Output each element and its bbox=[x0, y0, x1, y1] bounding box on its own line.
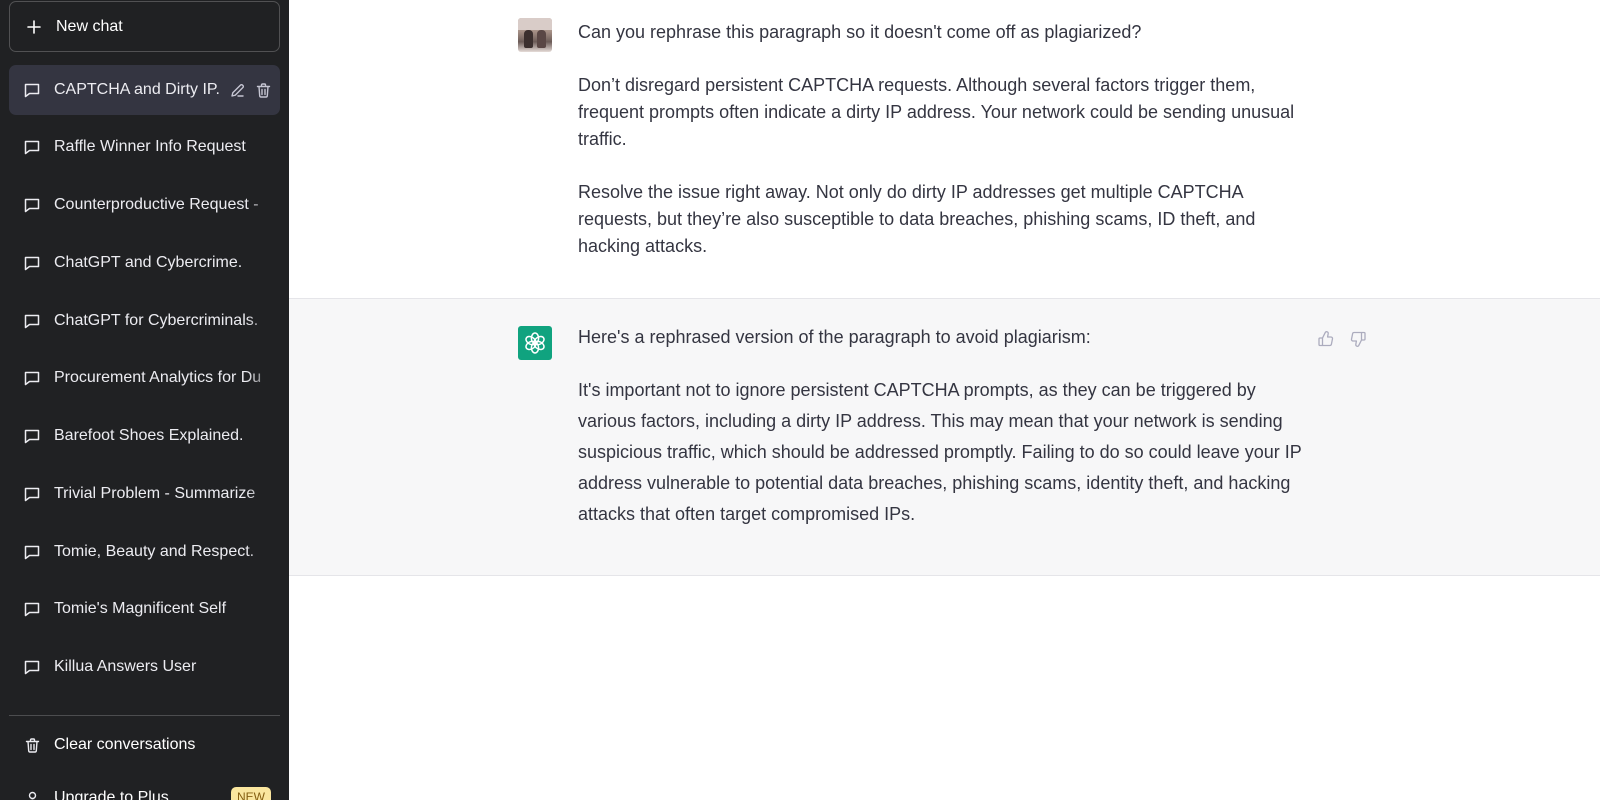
assistant-message: Here's a rephrased version of the paragr… bbox=[289, 299, 1600, 576]
chat-bubble-icon bbox=[23, 369, 41, 387]
chat-bubble-icon bbox=[23, 485, 41, 503]
edit-pencil-icon[interactable] bbox=[227, 80, 247, 100]
conversation-item[interactable]: Counterproductive Request - bbox=[9, 180, 280, 230]
conversation-label: Procurement Analytics for Du bbox=[54, 369, 262, 386]
conversation-label: ChatGPT for Cybercriminals. bbox=[54, 312, 259, 329]
trash-icon bbox=[23, 736, 41, 754]
conversation-label: ChatGPT and Cybercrime. bbox=[54, 254, 243, 271]
new-badge: NEW bbox=[231, 787, 271, 800]
user-message: Can you rephrase this paragraph so it do… bbox=[289, 0, 1600, 299]
conversation-item[interactable]: Trivial Problem - Summarize bbox=[9, 469, 280, 519]
conversation-item[interactable]: Tomie's Magnificent Self bbox=[9, 584, 280, 634]
conversation-label: Killua Answers User bbox=[54, 658, 197, 675]
plus-icon bbox=[26, 19, 42, 35]
conversation-item[interactable]: Tomie, Beauty and Respect. bbox=[9, 527, 280, 577]
conversation-item[interactable]: ChatGPT and Cybercrime. bbox=[9, 238, 280, 288]
chat-bubble-icon bbox=[23, 81, 41, 99]
clear-conversations-button[interactable]: Clear conversations bbox=[9, 722, 280, 768]
user-icon bbox=[23, 789, 41, 800]
user-message-paragraph: Resolve the issue right away. Not only d… bbox=[578, 182, 1256, 256]
assistant-message-paragraph: It's important not to ignore persistent … bbox=[578, 380, 1302, 524]
chatgpt-logo-icon bbox=[518, 326, 552, 360]
sidebar-divider bbox=[9, 715, 280, 716]
chat-bubble-icon bbox=[23, 196, 41, 214]
new-chat-label: New chat bbox=[56, 17, 123, 35]
chat-bubble-icon bbox=[23, 427, 41, 445]
user-message-paragraph: Can you rephrase this paragraph so it do… bbox=[578, 22, 1142, 42]
conversation-item-active[interactable]: CAPTCHA and Dirty IP. bbox=[9, 65, 280, 115]
conversation-item[interactable]: ChatGPT for Cybercriminals. bbox=[9, 296, 280, 346]
user-message-paragraph: Don’t disregard persistent CAPTCHA reque… bbox=[578, 75, 1295, 149]
conversation-label: Raffle Winner Info Request bbox=[54, 138, 246, 155]
user-message-text: Can you rephrase this paragraph so it do… bbox=[578, 19, 1308, 259]
chat-bubble-icon bbox=[23, 138, 41, 156]
conversation-label: Tomie's Magnificent Self bbox=[54, 600, 227, 617]
conversation-item[interactable]: Raffle Winner Info Request bbox=[9, 122, 280, 172]
chat-thread: Can you rephrase this paragraph so it do… bbox=[289, 0, 1600, 800]
chat-bubble-icon bbox=[23, 658, 41, 676]
thumbs-up-icon[interactable] bbox=[1316, 329, 1336, 349]
chat-bubble-icon bbox=[23, 312, 41, 330]
chat-bubble-icon bbox=[23, 600, 41, 618]
chat-bubble-icon bbox=[23, 254, 41, 272]
feedback-buttons bbox=[1316, 329, 1368, 349]
assistant-message-paragraph: Here's a rephrased version of the paragr… bbox=[578, 327, 1091, 347]
conversation-item[interactable]: Barefoot Shoes Explained. bbox=[9, 411, 280, 461]
conversation-label: Trivial Problem - Summarize bbox=[54, 485, 256, 502]
conversation-label: Counterproductive Request - bbox=[54, 196, 259, 213]
upgrade-label: Upgrade to Plus bbox=[54, 789, 169, 800]
trash-icon[interactable] bbox=[253, 80, 273, 100]
conversation-label: Tomie, Beauty and Respect. bbox=[54, 543, 255, 560]
conversation-item[interactable]: Procurement Analytics for Du bbox=[9, 353, 280, 403]
chat-bubble-icon bbox=[23, 543, 41, 561]
conversation-item[interactable]: Killua Answers User bbox=[9, 642, 280, 692]
new-chat-button[interactable]: New chat bbox=[9, 1, 280, 52]
clear-conversations-label: Clear conversations bbox=[54, 736, 196, 753]
upgrade-to-plus-button[interactable]: Upgrade to Plus NEW bbox=[9, 775, 280, 800]
conversation-label: Barefoot Shoes Explained. bbox=[54, 427, 244, 444]
thumbs-down-icon[interactable] bbox=[1348, 329, 1368, 349]
conversation-label: CAPTCHA and Dirty IP. bbox=[54, 81, 220, 98]
sidebar: New chat CAPTCHA and Dirty IP. Raffle Wi… bbox=[0, 0, 289, 800]
assistant-message-text: Here's a rephrased version of the paragr… bbox=[578, 322, 1308, 530]
user-avatar bbox=[518, 18, 552, 52]
